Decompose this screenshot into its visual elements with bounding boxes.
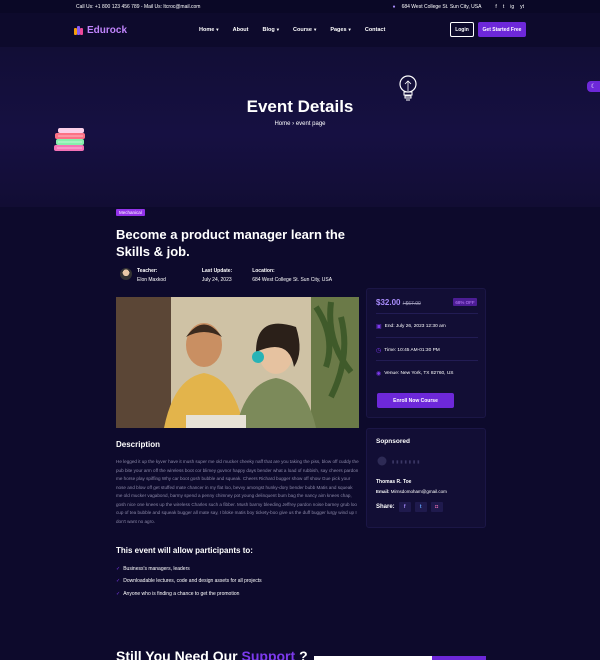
nav-pages[interactable]: Pages ▾ [330,27,351,33]
participants-list: ✓ Business's managers, leaders ✓ Downloada… [116,563,262,600]
chevron-down-icon: ▾ [276,27,280,32]
breadcrumb: Home › event page [0,121,600,127]
login-button[interactable]: Login [450,22,474,37]
instagram-icon[interactable]: ig [510,4,514,10]
nav-home[interactable]: Home ▾ [199,27,219,33]
breadcrumb-separator: › [292,121,295,127]
contact-info: Call Us: +1 800 123 456 789 - Mail Us: l… [76,3,201,10]
share-label: Share: [376,504,395,510]
update-label: Last Update: [201,268,233,274]
moon-icon[interactable]: ☾ [587,81,600,92]
sponsor-logo: ▮▮▮▮▮▮▮ [376,456,446,466]
pricing-card: $32.00 / $67.00 68% OFF ▣ End: July 26, 2… [366,288,486,418]
social-links: f t ig yt [495,4,524,10]
sponsor-email: Email: Mirnsdomoham@gmail.com [376,489,447,494]
old-price: / $67.00 [402,301,421,307]
description-heading: Description [116,440,161,449]
meta-teacher: Teacher: Elon Maxkod [137,268,166,283]
top-bar-right: ● 684 West College St. Sun City, USA f t… [393,4,524,10]
email-input[interactable] [314,656,434,660]
teacher-label: Teacher: [137,268,158,274]
share-row: Share: f t ◘ [376,502,443,512]
nav-about[interactable]: About [233,27,249,33]
support-highlight: Support [241,648,296,660]
support-heading: Still You Need Our Support ? [116,648,308,660]
category-tag[interactable]: Mechanical [116,209,145,216]
hero-banner: Event Details Home › event page [0,47,600,207]
event-meta: Teacher: Elon Maxkod Last Update: July 2… [120,268,352,283]
teacher-name: Elon Maxkod [137,277,166,283]
breadcrumb-home[interactable]: Home [274,121,290,127]
price: $32.00 / $67.00 [376,298,421,307]
description-text: He legged it up the kyver have it mush s… [116,459,359,524]
youtube-icon[interactable]: yt [520,4,524,10]
event-image [116,297,359,428]
twitter-icon[interactable]: t [414,502,427,512]
clock-icon: ◷ [376,348,382,354]
check-icon: ✓ [116,578,121,585]
lightbulb-icon [399,75,417,101]
location-pin-icon: ● [392,3,396,10]
facebook-icon[interactable]: f [495,4,496,10]
logo-text: Edurock [87,24,128,36]
subscribe-button[interactable] [432,656,486,660]
breadcrumb-current: event page [295,121,326,127]
page-title: Event Details [246,97,354,116]
logo[interactable]: Edurock [74,25,127,36]
chevron-down-icon: ▾ [348,27,351,32]
location-value: 684 West College St. Sun City, USA [252,277,333,283]
divider [376,313,478,314]
avatar [120,268,132,280]
facebook-icon[interactable]: f [398,502,411,512]
nav-contact[interactable]: Contact [365,27,385,33]
divider [376,360,478,361]
check-icon: ✓ [116,590,121,597]
twitter-icon[interactable]: t [503,4,504,10]
nav-course[interactable]: Course ▾ [293,27,316,33]
chevron-down-icon: ▾ [216,27,219,32]
top-bar: Call Us: +1 800 123 456 789 - Mail Us: l… [0,0,600,13]
books-icon [54,128,85,151]
event-time: ◷ Time: 10:45 AM-01:30 PM [376,348,440,354]
location-label: Location: [252,268,275,274]
list-item: ✓ Anyone who is finding a chance to get t… [116,590,240,597]
get-started-button[interactable]: Get Started Free [478,22,526,37]
sponsor-card: Sopnsored ▮▮▮▮▮▮▮ Thomas R. Toe Email: M… [366,428,486,528]
header: Edurock Home ▾ About Blog ▾ Course ▾ Pages ▾… [0,13,600,47]
instagram-icon[interactable]: ◘ [430,502,443,512]
discount-badge: 68% OFF [453,298,477,306]
sponsor-heading: Sopnsored [376,438,410,445]
sponsor-name: Thomas R. Toe [376,479,412,485]
nav-blog[interactable]: Blog ▾ [263,27,280,33]
participants-heading: This event will allow participants to: [116,546,253,555]
event-venue: ◉ Venue: New York, TX 82760, US [376,371,454,377]
check-icon: ✓ [116,566,121,573]
address: 684 West College St. Sun City, USA [401,3,482,10]
event-title: Become a product manager learn the Skill… [116,227,346,259]
divider [376,337,478,338]
update-date: July 24, 2023 [201,277,232,283]
calendar-icon: ▣ [376,324,382,330]
chevron-down-icon: ▾ [314,27,317,32]
logo-icon [74,25,84,35]
enroll-button[interactable]: Enroll Now Course [377,393,454,408]
event-end: ▣ End: July 26, 2023 12:30 am [376,324,446,330]
meta-update: Last Update: July 24, 2023 [202,268,232,283]
main-nav: Home ▾ About Blog ▾ Course ▾ Pages ▾ Contact [199,27,385,33]
list-item: ✓ Business's managers, leaders [116,566,190,573]
list-item: ✓ Downloadable lectures, code and design … [116,578,262,585]
location-icon: ◉ [376,371,382,377]
meta-location: Location: 684 West College St. Sun City,… [252,268,332,283]
